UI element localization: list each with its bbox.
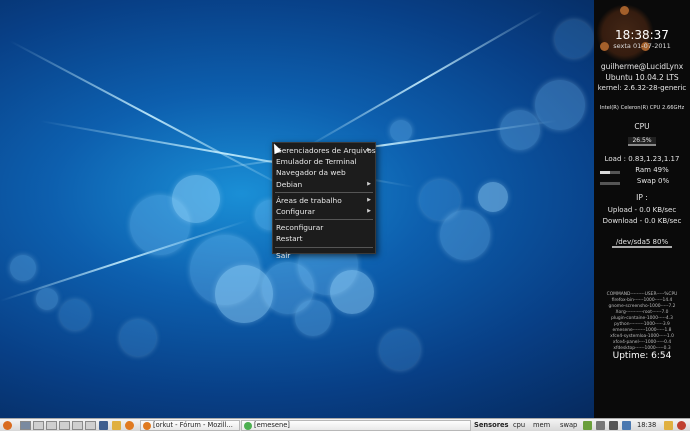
download-speed: Download - 0.0 KB/sec [602,217,682,225]
ubuntu-menu-icon[interactable] [3,421,12,430]
swap-monitor[interactable]: swap [560,420,577,431]
bokeh-circle [478,182,508,212]
user-host: guilherme@LucidLynx [600,62,684,71]
chat-icon[interactable] [664,421,673,430]
workspace-6[interactable] [85,421,96,430]
bokeh-circle [36,288,58,310]
menu-item-restart[interactable]: Restart [273,233,375,244]
light-streak [9,40,294,193]
clock-time: 18:38:37 [615,28,669,42]
swap-usage: Swap 0% [636,177,670,185]
bokeh-circle [120,320,156,356]
upload-speed: Upload - 0.0 KB/sec [607,206,677,214]
emesene-icon [244,422,252,430]
menu-item-terminal-emulator[interactable]: Emulador de Terminal [273,156,375,167]
uptime: Uptime: 6:54 [612,351,672,361]
user-icon[interactable] [622,421,631,430]
menu-separator [275,219,373,221]
show-desktop-icon[interactable] [99,421,108,430]
submenu-arrow-icon: ▶ [367,207,371,214]
bokeh-circle [555,20,593,58]
sensors-monitor[interactable]: Sensores [474,420,509,431]
bokeh-circle [295,300,331,336]
disk-usage: /dev/sda5 80% [594,238,690,248]
workspace-3[interactable] [46,421,57,430]
cpu-percent: 26.5% [594,137,690,146]
volume-icon[interactable] [609,421,618,430]
menu-separator [275,191,373,193]
workspace-1[interactable] [20,421,31,430]
power-icon[interactable] [677,421,686,430]
distro-version: Ubuntu 10.04.2 LTS [605,73,679,82]
workspace-2[interactable] [33,421,44,430]
load-average: Load : 0.83,1.23,1.17 [604,155,680,163]
bokeh-circle [500,110,540,150]
bottom-panel: [orkut - Fórum - Mozill... [emesene] Sen… [0,418,690,431]
taskbar-item-emesene[interactable]: [emesene] [241,420,471,431]
bokeh-circle [330,270,374,314]
ip-label: IP : [636,193,648,202]
bokeh-circle [535,80,585,130]
menu-item-exit[interactable]: Sair [273,250,375,261]
menu-item-web-browser[interactable]: Navegador da web [273,167,375,178]
bokeh-circle [390,120,412,142]
menu-item-workspaces[interactable]: Áreas de trabalho ▶ [273,195,375,206]
submenu-arrow-icon: ▶ [367,196,371,203]
cpu-model: Intel(R) Celeron(R) CPU 2.66GHz [599,105,685,111]
menu-item-configure[interactable]: Configurar ▶ [273,206,375,217]
menu-separator [275,246,373,248]
clock-date: sexta 01-07-2011 [613,42,671,50]
workspace-5[interactable] [72,421,83,430]
files-icon[interactable] [112,421,121,430]
cpu-monitor[interactable]: cpu [513,420,525,431]
firefox-launcher-icon[interactable] [125,421,134,430]
menu-item-debian[interactable]: Debian ▶ [273,179,375,190]
cpu-label: CPU [634,122,650,131]
taskbar-item-orkut[interactable]: [orkut - Fórum - Mozill... [140,420,240,431]
bokeh-circle [10,255,36,281]
battery-icon[interactable] [583,421,592,430]
network-icon[interactable] [596,421,605,430]
ram-usage: Ram 49% [635,166,669,174]
kernel-version: kernel: 2.6.32-28-generic [597,84,687,92]
conky-system-monitor: 18:38:37 sexta 01-07-2011 guilherme@Luci… [594,0,690,418]
bokeh-circle [440,210,490,260]
menu-item-file-managers[interactable]: Gerenciadores de Arquivos ▶ [273,145,376,156]
bokeh-circle [380,330,420,370]
submenu-arrow-icon: ▶ [367,180,371,187]
submenu-arrow-icon: ▶ [367,147,371,153]
desktop-context-menu: Gerenciadores de Arquivos ▶ Emulador de T… [272,142,376,260]
workspace-4[interactable] [59,421,70,430]
menu-item-reconfigure[interactable]: Reconfigurar [273,222,375,233]
bokeh-circle [172,175,220,223]
firefox-icon [143,422,151,430]
panel-clock[interactable]: 18:38 [637,420,656,431]
mem-monitor[interactable]: mem [533,420,550,431]
bokeh-circle [60,300,90,330]
